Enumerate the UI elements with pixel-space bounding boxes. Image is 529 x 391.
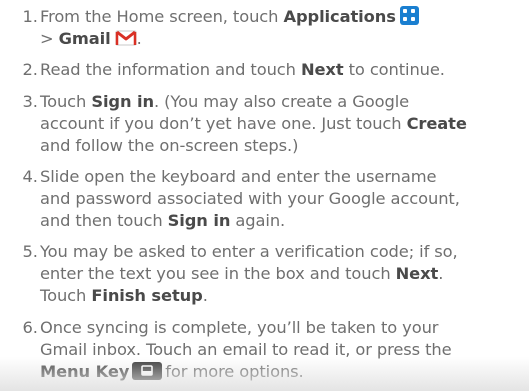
step-text: From the Home screen, touch: [40, 7, 279, 26]
step-bold-text: Applications: [283, 7, 396, 26]
step-line: and then touch Sign in again.: [40, 210, 285, 232]
step-line: enter the text you see in the box and to…: [40, 263, 443, 285]
step-line: and password associated with your Google…: [40, 188, 460, 210]
menu-key-icon: [132, 362, 163, 380]
step-text: .: [438, 264, 444, 283]
step-number: 4.: [22, 167, 38, 186]
step-text: again.: [235, 211, 286, 230]
step-bold-text: Sign in: [167, 211, 231, 230]
step-text: Read the information and touch: [40, 60, 296, 79]
step-text: >: [40, 29, 54, 48]
step-number: 5.: [22, 242, 38, 261]
step-number: 6.: [22, 318, 38, 337]
step-text: Gmail inbox. Touch an email to read it, …: [40, 340, 452, 359]
step-number: 1.: [22, 7, 38, 26]
step-line: You may be asked to enter a verification…: [40, 241, 458, 263]
apps-grid-icon: [399, 6, 419, 25]
step-text: for more options.: [165, 362, 304, 381]
step-line: account if you don’t yet have one. Just …: [40, 113, 467, 135]
step-text: and password associated with your Google…: [40, 189, 460, 208]
step-bold-text: Sign in: [91, 92, 155, 111]
gmail-envelope-icon: [115, 29, 137, 47]
step-text: Once syncing is complete, you’ll be take…: [40, 318, 439, 337]
step-line: > Gmail .: [40, 28, 142, 50]
step-line: Gmail inbox. Touch an email to read it, …: [40, 339, 452, 361]
step-text: to continue.: [348, 60, 445, 79]
step-text: Touch: [40, 286, 87, 305]
step-bold-text: Create: [406, 114, 467, 133]
step-line: Touch Sign in. (You may also create a Go…: [40, 91, 409, 113]
step-text: and follow the on-screen steps.): [40, 136, 299, 155]
step-text: Touch: [40, 92, 87, 111]
step-text: You may be asked to enter a verification…: [40, 242, 458, 261]
step-line: Touch Finish setup.: [40, 285, 208, 307]
step-text: and then touch: [40, 211, 163, 230]
step-line: Menu Key for more options.: [40, 361, 304, 383]
step-bold-text: Next: [300, 60, 344, 79]
step-number: 3.: [22, 92, 38, 111]
step-number: 2.: [22, 60, 38, 79]
step-bold-text: Finish setup: [91, 286, 203, 305]
step-text: .: [136, 29, 142, 48]
step-text: . (You may also create a Google: [154, 92, 410, 111]
step-line: and follow the on-screen steps.): [40, 135, 298, 157]
step-bold-text: Menu Key: [40, 362, 130, 381]
step-line: Once syncing is complete, you’ll be take…: [40, 317, 438, 339]
step-bold-text: Next: [395, 264, 439, 283]
step-line: Read the information and touch Next to c…: [40, 59, 445, 81]
step-line: Slide open the keyboard and enter the us…: [40, 166, 437, 188]
instructions-page: 1. From the Home screen, touch Applicati…: [0, 0, 529, 391]
step-text: .: [202, 286, 208, 305]
step-text: account if you don’t yet have one. Just …: [40, 114, 402, 133]
step-bold-text: Gmail: [58, 29, 111, 48]
step-text: Slide open the keyboard and enter the us…: [40, 167, 437, 186]
step-text: enter the text you see in the box and to…: [40, 264, 391, 283]
step-line: From the Home screen, touch Applications: [40, 6, 419, 28]
